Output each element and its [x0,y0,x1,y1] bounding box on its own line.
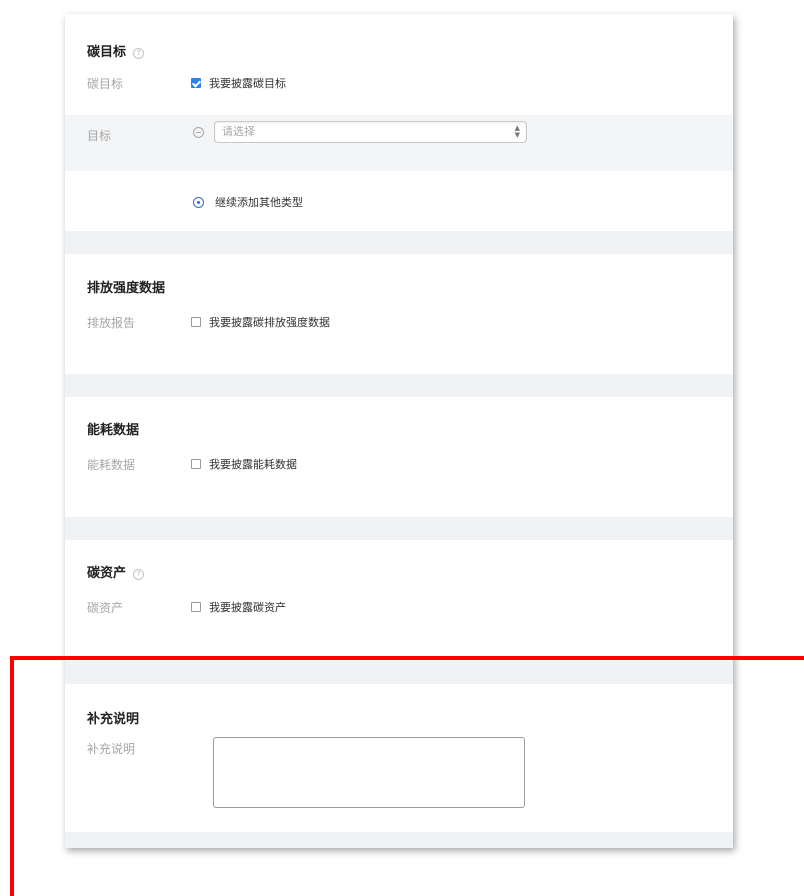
target-select[interactable]: 请选择 ▲ ▼ [214,121,527,143]
supplement-textarea[interactable] [213,737,525,808]
energy-section: 能耗数据 能耗数据 我要披露能耗数据 [65,397,733,517]
target-row: 目标 请选择 ▲ ▼ [65,115,733,171]
carbon-target-row-label: 碳目标 [87,77,124,91]
supplement-section: 补充说明 补充说明 [65,684,733,832]
energy-checkbox-label: 我要披露能耗数据 [209,458,297,471]
form-panel: 碳目标? 碳目标 我要披露碳目标 目标 请选择 ▲ ▼ 继续添加其他类型 排放强度… [65,14,733,848]
target-label: 目标 [87,129,112,143]
emission-intensity-title: 排放强度数据 [87,281,166,296]
emission-intensity-checkbox-row[interactable]: 我要披露碳排放强度数据 [191,314,330,330]
carbon-assets-checkbox-row[interactable]: 我要披露碳资产 [191,599,286,615]
carbon-target-checkbox[interactable] [191,78,201,88]
emission-intensity-checkbox[interactable] [191,317,201,327]
carbon-target-checkbox-row[interactable]: 我要披露碳目标 [191,75,286,91]
sort-arrows-icon: ▲ ▼ [514,124,520,139]
carbon-assets-title: 碳资产 [87,566,127,581]
carbon-assets-row-label: 碳资产 [87,601,124,615]
question-circle-icon[interactable]: ? [133,569,145,580]
plus-circle-icon [193,196,204,208]
carbon-target-section: 碳目标? 碳目标 我要披露碳目标 目标 请选择 ▲ ▼ 继续添加其他类型 [65,14,733,231]
carbon-assets-checkbox[interactable] [191,602,201,612]
emission-intensity-checkbox-label: 我要披露碳排放强度数据 [209,316,330,329]
carbon-target-checkbox-label: 我要披露碳目标 [209,77,286,90]
energy-checkbox-row[interactable]: 我要披露能耗数据 [191,456,297,472]
emission-report-label: 排放报告 [87,316,136,330]
target-select-value: 请选择 [222,125,255,138]
supplement-title: 补充说明 [87,712,140,727]
emission-intensity-section: 排放强度数据 排放报告 我要披露碳排放强度数据 [65,254,733,374]
add-other-type-label: 继续添加其他类型 [215,196,303,209]
carbon-assets-checkbox-label: 我要披露碳资产 [209,601,286,614]
add-other-type-button[interactable]: 继续添加其他类型 [193,194,303,210]
carbon-target-title: 碳目标 [87,45,127,60]
minus-circle-icon[interactable] [193,127,204,138]
energy-row-label: 能耗数据 [87,458,136,472]
energy-checkbox[interactable] [191,459,201,469]
supplement-row-label: 补充说明 [87,742,136,756]
carbon-assets-section: 碳资产? 碳资产 我要披露碳资产 [65,540,733,661]
question-circle-icon[interactable]: ? [133,48,145,59]
energy-title: 能耗数据 [87,423,140,438]
